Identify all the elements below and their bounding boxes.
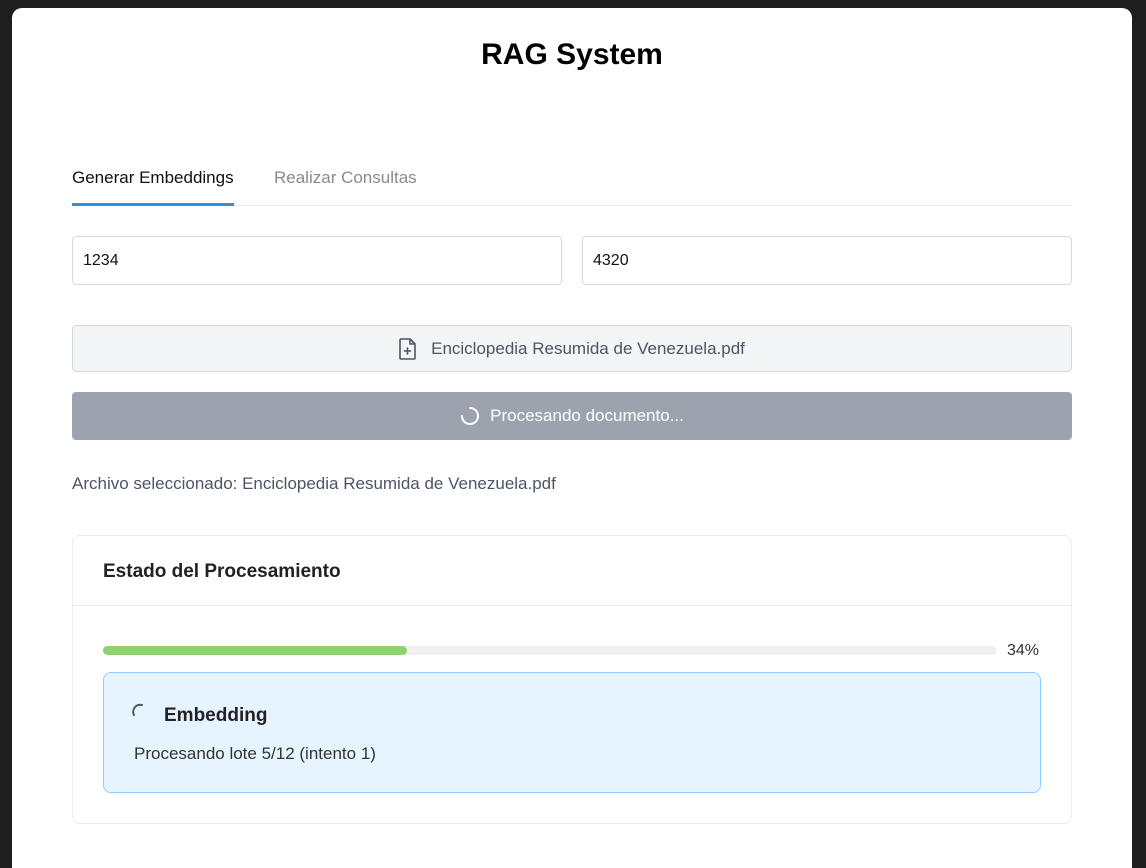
- progress-bar: [103, 646, 997, 655]
- tab-realizar-consultas[interactable]: Realizar Consultas: [274, 168, 417, 206]
- page-title: RAG System: [481, 38, 663, 71]
- processing-status-card: Estado del Procesamiento 34% Embedding P…: [72, 535, 1072, 824]
- file-select-label: Enciclopedia Resumida de Venezuela.pdf: [431, 338, 745, 358]
- file-select-button[interactable]: Enciclopedia Resumida de Venezuela.pdf: [72, 325, 1072, 372]
- process-document-button: Procesando documento...: [72, 392, 1072, 440]
- progress-percentage: 34%: [1007, 642, 1040, 659]
- tab-generar-embeddings[interactable]: Generar Embeddings: [72, 168, 234, 206]
- first-number-input[interactable]: [72, 236, 562, 285]
- loading-spinner-icon: [132, 703, 143, 716]
- progress-bar-fill: [103, 646, 407, 655]
- tab-bar: Generar Embeddings Realizar Consultas: [72, 162, 1072, 206]
- selected-file-text: Archivo seleccionado: Enciclopedia Resum…: [72, 474, 556, 493]
- second-number-input[interactable]: [582, 236, 1072, 285]
- status-card-title: Estado del Procesamiento: [73, 536, 1071, 606]
- file-plus-icon: [399, 337, 416, 360]
- step-description: Procesando lote 5/12 (intento 1): [134, 744, 376, 763]
- current-step-box: Embedding Procesando lote 5/12 (intento …: [103, 672, 1041, 793]
- step-title: Embedding: [164, 705, 268, 726]
- process-button-label: Procesando documento...: [490, 406, 684, 425]
- app-page: RAG System Generar Embeddings Realizar C…: [12, 8, 1132, 868]
- spinner-icon: [461, 407, 480, 425]
